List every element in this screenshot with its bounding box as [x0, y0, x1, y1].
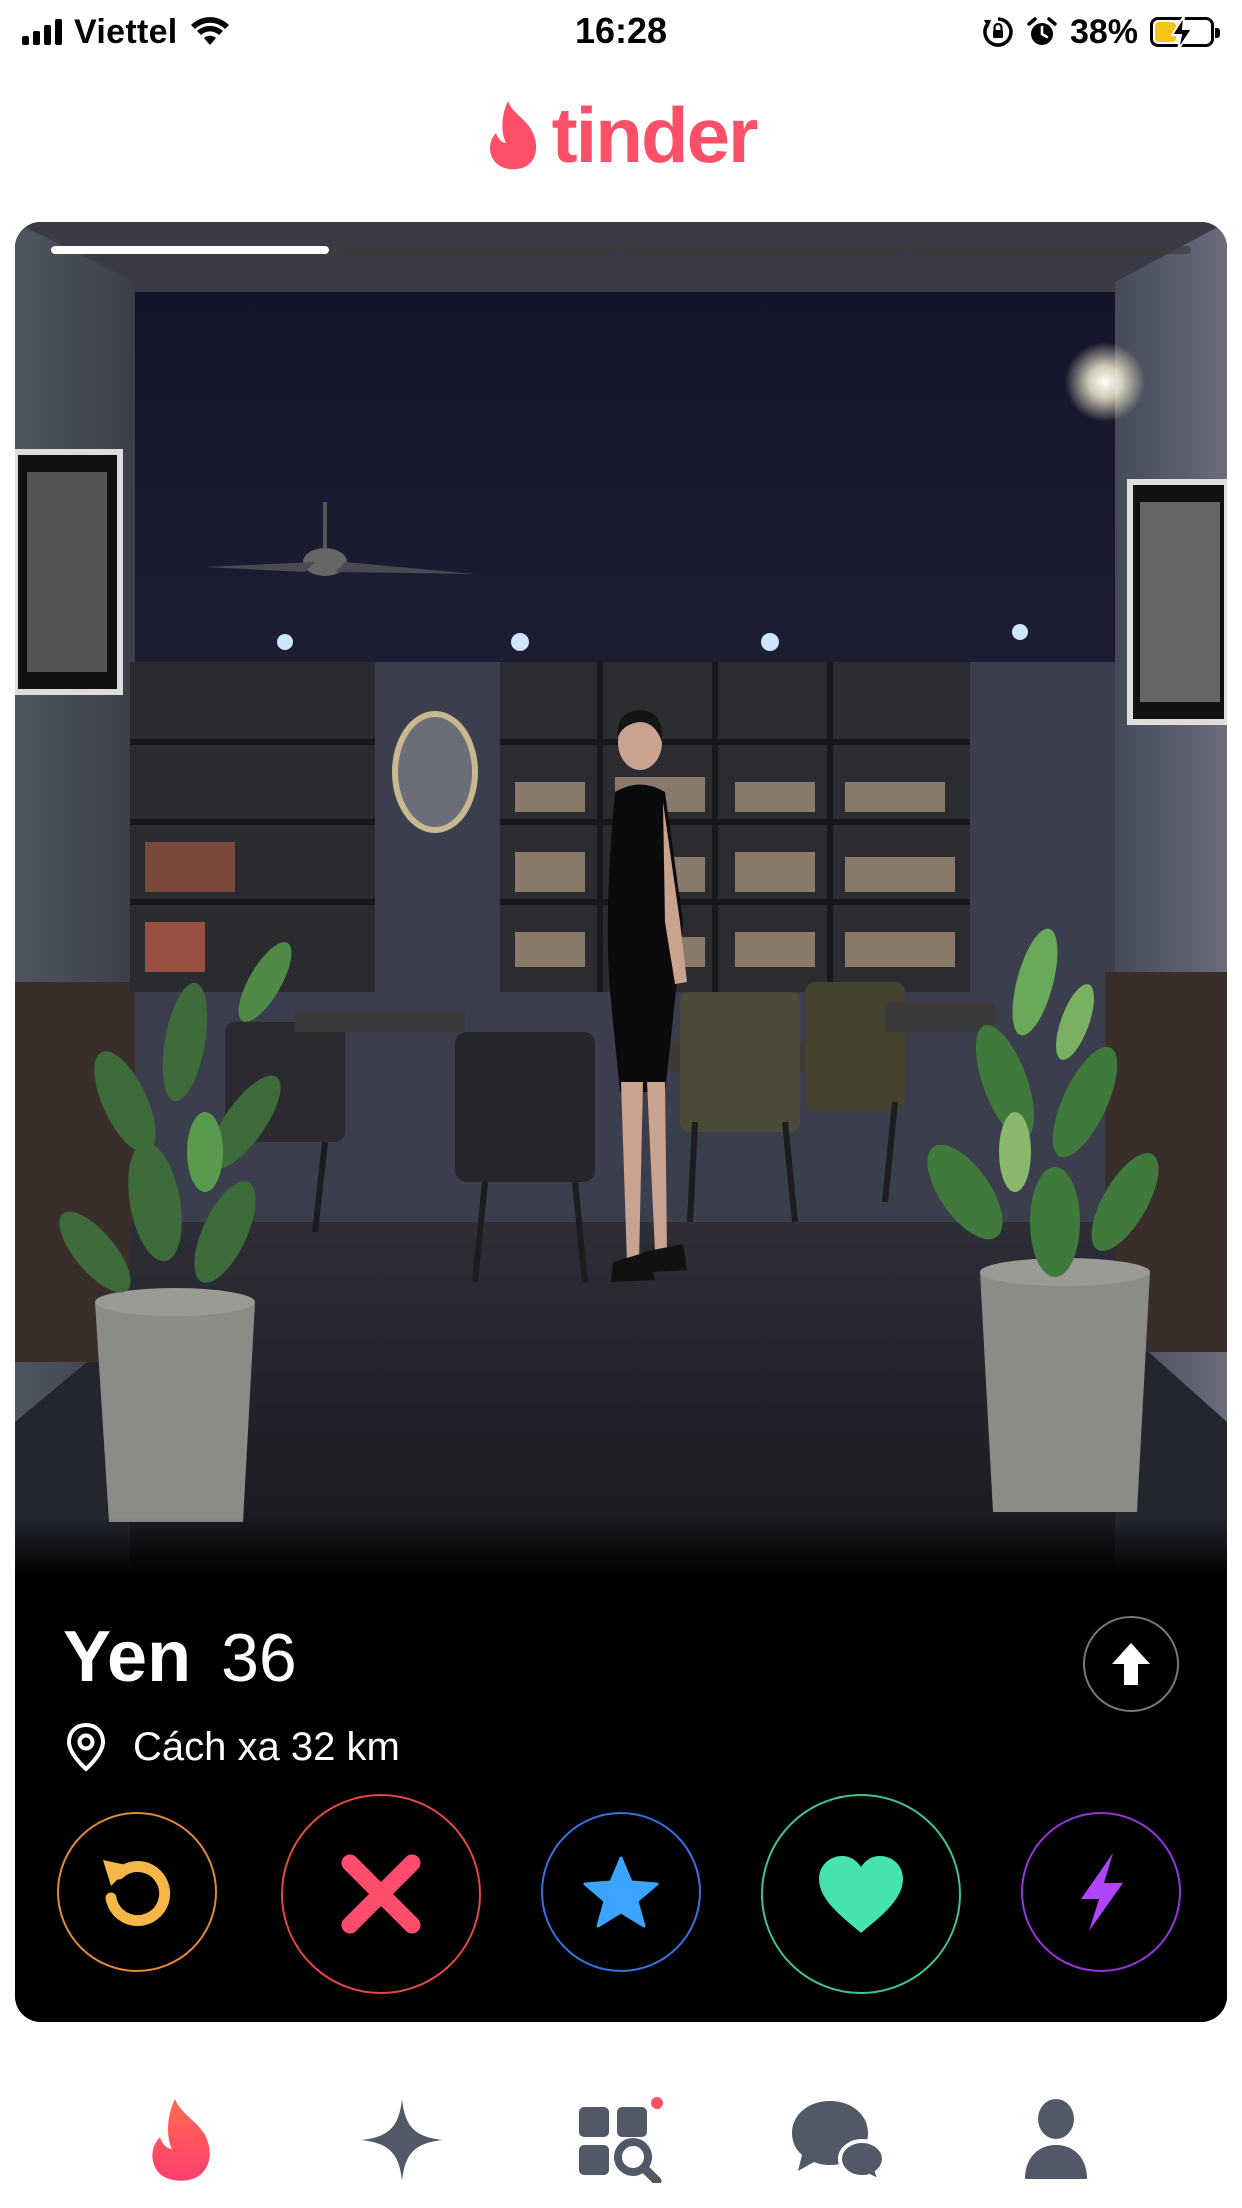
profile-name: Yen: [63, 1617, 192, 1697]
app-header: tinder: [0, 80, 1242, 190]
star-icon: [583, 1856, 659, 1928]
app-logo-text: tinder: [551, 90, 759, 179]
nope-button[interactable]: [281, 1794, 481, 1994]
photo-progress-segment[interactable]: [51, 246, 329, 254]
alarm-icon: [1027, 17, 1057, 45]
boost-button[interactable]: [1021, 1812, 1181, 1972]
profile-info: Yen 36 Cách xa 32 km: [15, 1572, 1227, 2022]
arrow-up-icon: [1112, 1643, 1150, 1685]
rewind-button[interactable]: [57, 1812, 217, 1972]
super-like-button[interactable]: [541, 1812, 701, 1972]
photo-progress-segment[interactable]: [913, 246, 1191, 254]
profile-photo[interactable]: [15, 222, 1227, 1572]
like-button[interactable]: [761, 1794, 961, 1994]
location-pin-icon: [66, 1722, 106, 1772]
profile-card[interactable]: Yen 36 Cách xa 32 km: [15, 222, 1227, 2022]
rewind-icon: [103, 1860, 171, 1927]
orientation-lock-icon: [983, 17, 1013, 47]
heart-icon: [819, 1856, 903, 1933]
nav-item-top-picks[interactable]: [572, 2092, 668, 2188]
chat-bubbles-icon: [792, 2101, 886, 2183]
nav-item-profile[interactable]: [1008, 2092, 1104, 2188]
battery-percent: 38%: [1069, 12, 1138, 51]
charging-bolt-icon: [1170, 15, 1194, 51]
status-right: 38%: [982, 10, 1220, 54]
photo-progress-segment[interactable]: [626, 246, 904, 254]
nav-item-explore[interactable]: [354, 2092, 450, 2188]
sparkle-icon: [361, 2099, 443, 2181]
name-age-row: Yen 36: [63, 1616, 297, 1698]
nav-item-messages[interactable]: [790, 2092, 886, 2188]
distance-row: Cách xa 32 km: [65, 1722, 400, 1772]
profile-age: 36: [221, 1620, 297, 1696]
status-bar: Viettel 16:28 38%: [0, 0, 1242, 64]
battery-charging-icon: [1150, 15, 1220, 51]
notification-dot: [651, 2097, 663, 2109]
profile-distance: Cách xa 32 km: [133, 1724, 400, 1769]
close-icon: [341, 1854, 421, 1934]
open-profile-button[interactable]: [1083, 1616, 1179, 1712]
photo-progress-bar: [51, 246, 1191, 254]
flame-icon: [152, 2099, 210, 2181]
action-buttons: [15, 1794, 1227, 2000]
lightning-icon: [1081, 1853, 1123, 1931]
bottom-navigation: [0, 2030, 1242, 2208]
nav-item-home[interactable]: [136, 2092, 232, 2188]
person-icon: [1025, 2099, 1087, 2179]
flame-icon: [489, 101, 536, 170]
grid-search-icon: [579, 2097, 663, 2183]
photo-progress-segment[interactable]: [338, 246, 616, 254]
